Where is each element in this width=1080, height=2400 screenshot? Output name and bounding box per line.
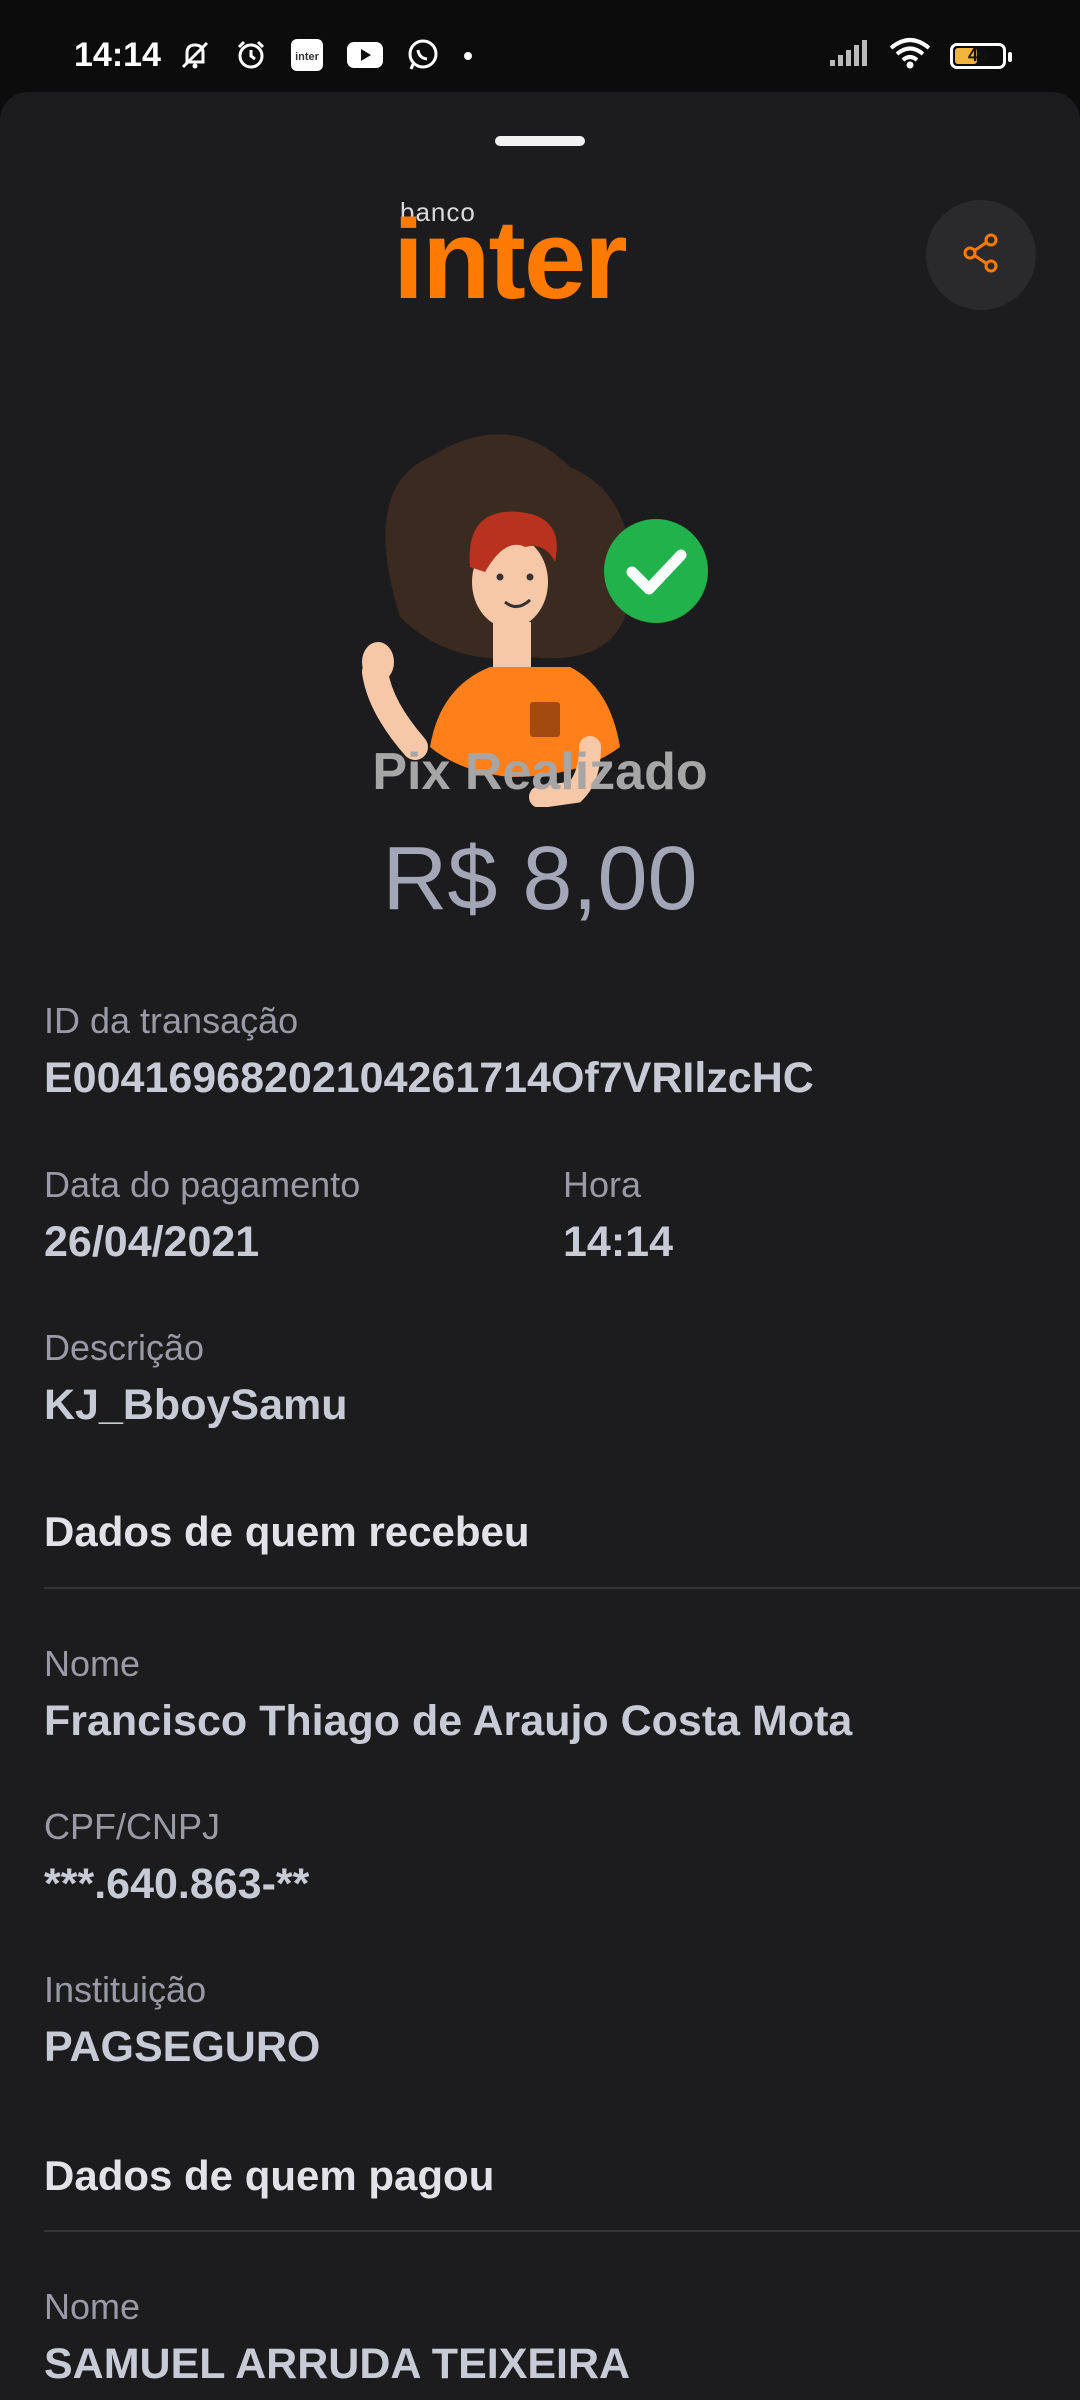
receiver-divider <box>44 1587 1080 1589</box>
success-illustration <box>340 367 740 808</box>
receipt-amount: R$ 8,00 <box>382 829 698 929</box>
payer-section-title: Dados de quem pagou <box>44 2152 495 2199</box>
mute-icon <box>178 38 212 77</box>
payment-time-label: Hora <box>563 1164 642 1205</box>
description-label: Descrição <box>44 1327 205 1368</box>
battery-level: 49 <box>967 45 989 65</box>
svg-text:inter: inter <box>295 51 320 63</box>
payer-divider <box>44 2230 1080 2232</box>
status-icons-right: 49 <box>828 36 1012 75</box>
wifi-icon <box>888 36 932 75</box>
receiver-name-label: Nome <box>44 1643 141 1684</box>
receiver-section-title: Dados de quem recebeu <box>44 1508 530 1555</box>
bank-logo: inter <box>393 197 628 322</box>
battery-icon: 49 <box>950 42 1012 69</box>
receiver-institution-value: PAGSEGURO <box>44 2023 321 2071</box>
share-button[interactable] <box>926 200 1036 310</box>
payer-name-value: SAMUEL ARRUDA TEIXEIRA <box>44 2340 631 2388</box>
alarm-icon <box>234 38 268 77</box>
sheet-grabber[interactable] <box>495 136 585 146</box>
status-bar: 14:14 inter 49 <box>0 0 1080 90</box>
transaction-id-label: ID da transação <box>44 1000 299 1041</box>
receipt-title: Pix Realizado <box>372 743 708 801</box>
payment-time-value: 14:14 <box>563 1218 673 1266</box>
success-check-icon <box>604 519 708 623</box>
status-time: 14:14 <box>74 36 161 74</box>
transaction-id-value: E00416968202104261714Of7VRIlzcHC <box>44 1054 814 1102</box>
payment-date-label: Data do pagamento <box>44 1164 361 1205</box>
signal-icon <box>828 38 870 73</box>
whatsapp-icon <box>406 38 440 77</box>
receiver-doc-value: ***.640.863-** <box>44 1860 310 1908</box>
receiver-doc-label: CPF/CNPJ <box>44 1806 221 1847</box>
receiver-name-value: Francisco Thiago de Araujo Costa Mota <box>44 1697 853 1745</box>
youtube-icon <box>346 40 384 75</box>
payer-name-label: Nome <box>44 2286 141 2327</box>
receiver-institution-label: Instituição <box>44 1969 207 2010</box>
payment-date-value: 26/04/2021 <box>44 1218 260 1266</box>
status-icons-left: inter <box>178 38 474 77</box>
description-value: KJ_BboySamu <box>44 1381 348 1429</box>
inter-app-icon: inter <box>290 38 324 77</box>
receipt-sheet: banco inter Pix Realizado R$ 8,00 ID da … <box>0 92 1080 2400</box>
share-icon <box>958 230 1004 281</box>
dot-icon <box>462 49 474 67</box>
